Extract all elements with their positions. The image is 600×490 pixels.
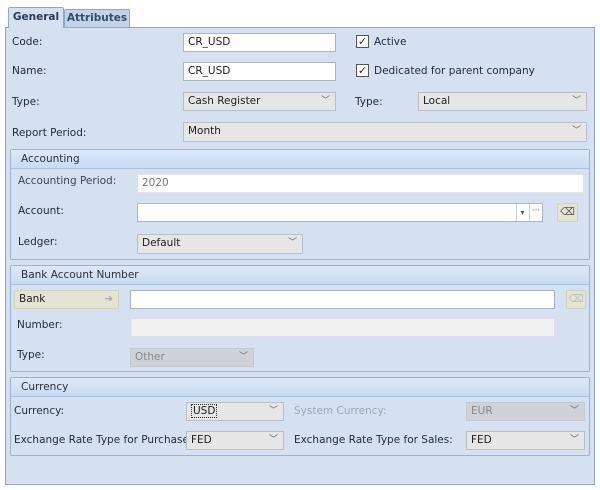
- account-input[interactable]: [137, 203, 543, 222]
- type2-value: Local: [423, 95, 451, 107]
- report-period-label: Report Period:: [12, 127, 87, 139]
- bank-account-title: Bank Account Number: [11, 266, 589, 285]
- ledger-label: Ledger:: [18, 236, 58, 248]
- purchase-rate-value: FED: [191, 434, 212, 446]
- chevron-down-icon: ﹀: [287, 238, 297, 248]
- tab-general[interactable]: General: [8, 7, 64, 28]
- bank-type-label: Type:: [17, 349, 45, 361]
- chevron-down-icon: ﹀: [320, 96, 330, 106]
- sales-rate-value: FED: [471, 434, 492, 446]
- sales-rate-select[interactable]: FED ﹀: [466, 431, 585, 450]
- system-currency-label: System Currency:: [294, 405, 387, 417]
- chevron-down-icon: ﹀: [238, 352, 248, 362]
- account-dropdown-button[interactable]: ▾: [516, 204, 528, 221]
- dedicated-checkbox[interactable]: ✓: [356, 64, 369, 77]
- active-checkbox[interactable]: ✓: [356, 35, 369, 48]
- account-label: Account:: [18, 205, 64, 217]
- chevron-down-icon: ﹀: [569, 435, 579, 445]
- system-currency-value: EUR: [471, 405, 493, 417]
- chevron-down-icon: ﹀: [571, 96, 581, 106]
- report-period-select[interactable]: Month ﹀: [183, 122, 587, 142]
- type2-label: Type:: [355, 96, 383, 108]
- name-label: Name:: [12, 65, 47, 77]
- ledger-value: Default: [142, 237, 181, 249]
- accounting-period-label: Accounting Period:: [18, 175, 117, 187]
- account-browse-button[interactable]: ···: [529, 204, 542, 221]
- bank-type-select: Other ﹀: [130, 348, 254, 367]
- report-period-value: Month: [188, 125, 221, 137]
- purchase-rate-select[interactable]: FED ﹀: [186, 431, 284, 450]
- currency-value: USD: [191, 404, 218, 418]
- currency-label: Currency:: [14, 405, 65, 417]
- currency-title: Currency: [11, 378, 589, 397]
- tab-attributes[interactable]: Attributes: [64, 9, 130, 27]
- accounting-period-input: 2020: [137, 174, 584, 193]
- eraser-icon[interactable]: ⌫: [557, 203, 578, 222]
- currency-select[interactable]: USD ﹀: [186, 402, 284, 421]
- bank-button[interactable]: Bank ➔: [14, 290, 119, 309]
- chevron-down-icon: ﹀: [268, 406, 278, 416]
- chevron-down-icon: ﹀: [268, 435, 278, 445]
- ledger-select[interactable]: Default ﹀: [137, 234, 303, 254]
- arrow-right-icon: ➔: [104, 293, 113, 305]
- sales-rate-label: Exchange Rate Type for Sales:: [294, 434, 453, 446]
- number-input: [130, 318, 555, 337]
- type-select[interactable]: Cash Register ﹀: [183, 92, 336, 111]
- bank-type-value: Other: [135, 351, 165, 363]
- bank-input[interactable]: [130, 290, 555, 309]
- name-input[interactable]: CR_USD: [183, 62, 336, 81]
- type-value: Cash Register: [188, 95, 261, 107]
- chevron-down-icon: ﹀: [569, 406, 579, 416]
- active-label: Active: [374, 36, 407, 48]
- purchase-rate-label: Exchange Rate Type for Purchase:: [14, 434, 193, 446]
- code-label: Code:: [12, 36, 43, 48]
- dedicated-label: Dedicated for parent company: [374, 65, 535, 77]
- eraser-icon: ⌫: [566, 290, 586, 309]
- chevron-down-icon: ﹀: [571, 126, 581, 136]
- system-currency-select: EUR ﹀: [466, 402, 585, 421]
- accounting-title: Accounting: [11, 150, 589, 169]
- code-input[interactable]: CR_USD: [183, 33, 336, 52]
- type-label: Type:: [12, 96, 40, 108]
- bank-button-label: Bank: [19, 293, 46, 305]
- type2-select[interactable]: Local ﹀: [418, 92, 587, 111]
- number-label: Number:: [17, 319, 63, 331]
